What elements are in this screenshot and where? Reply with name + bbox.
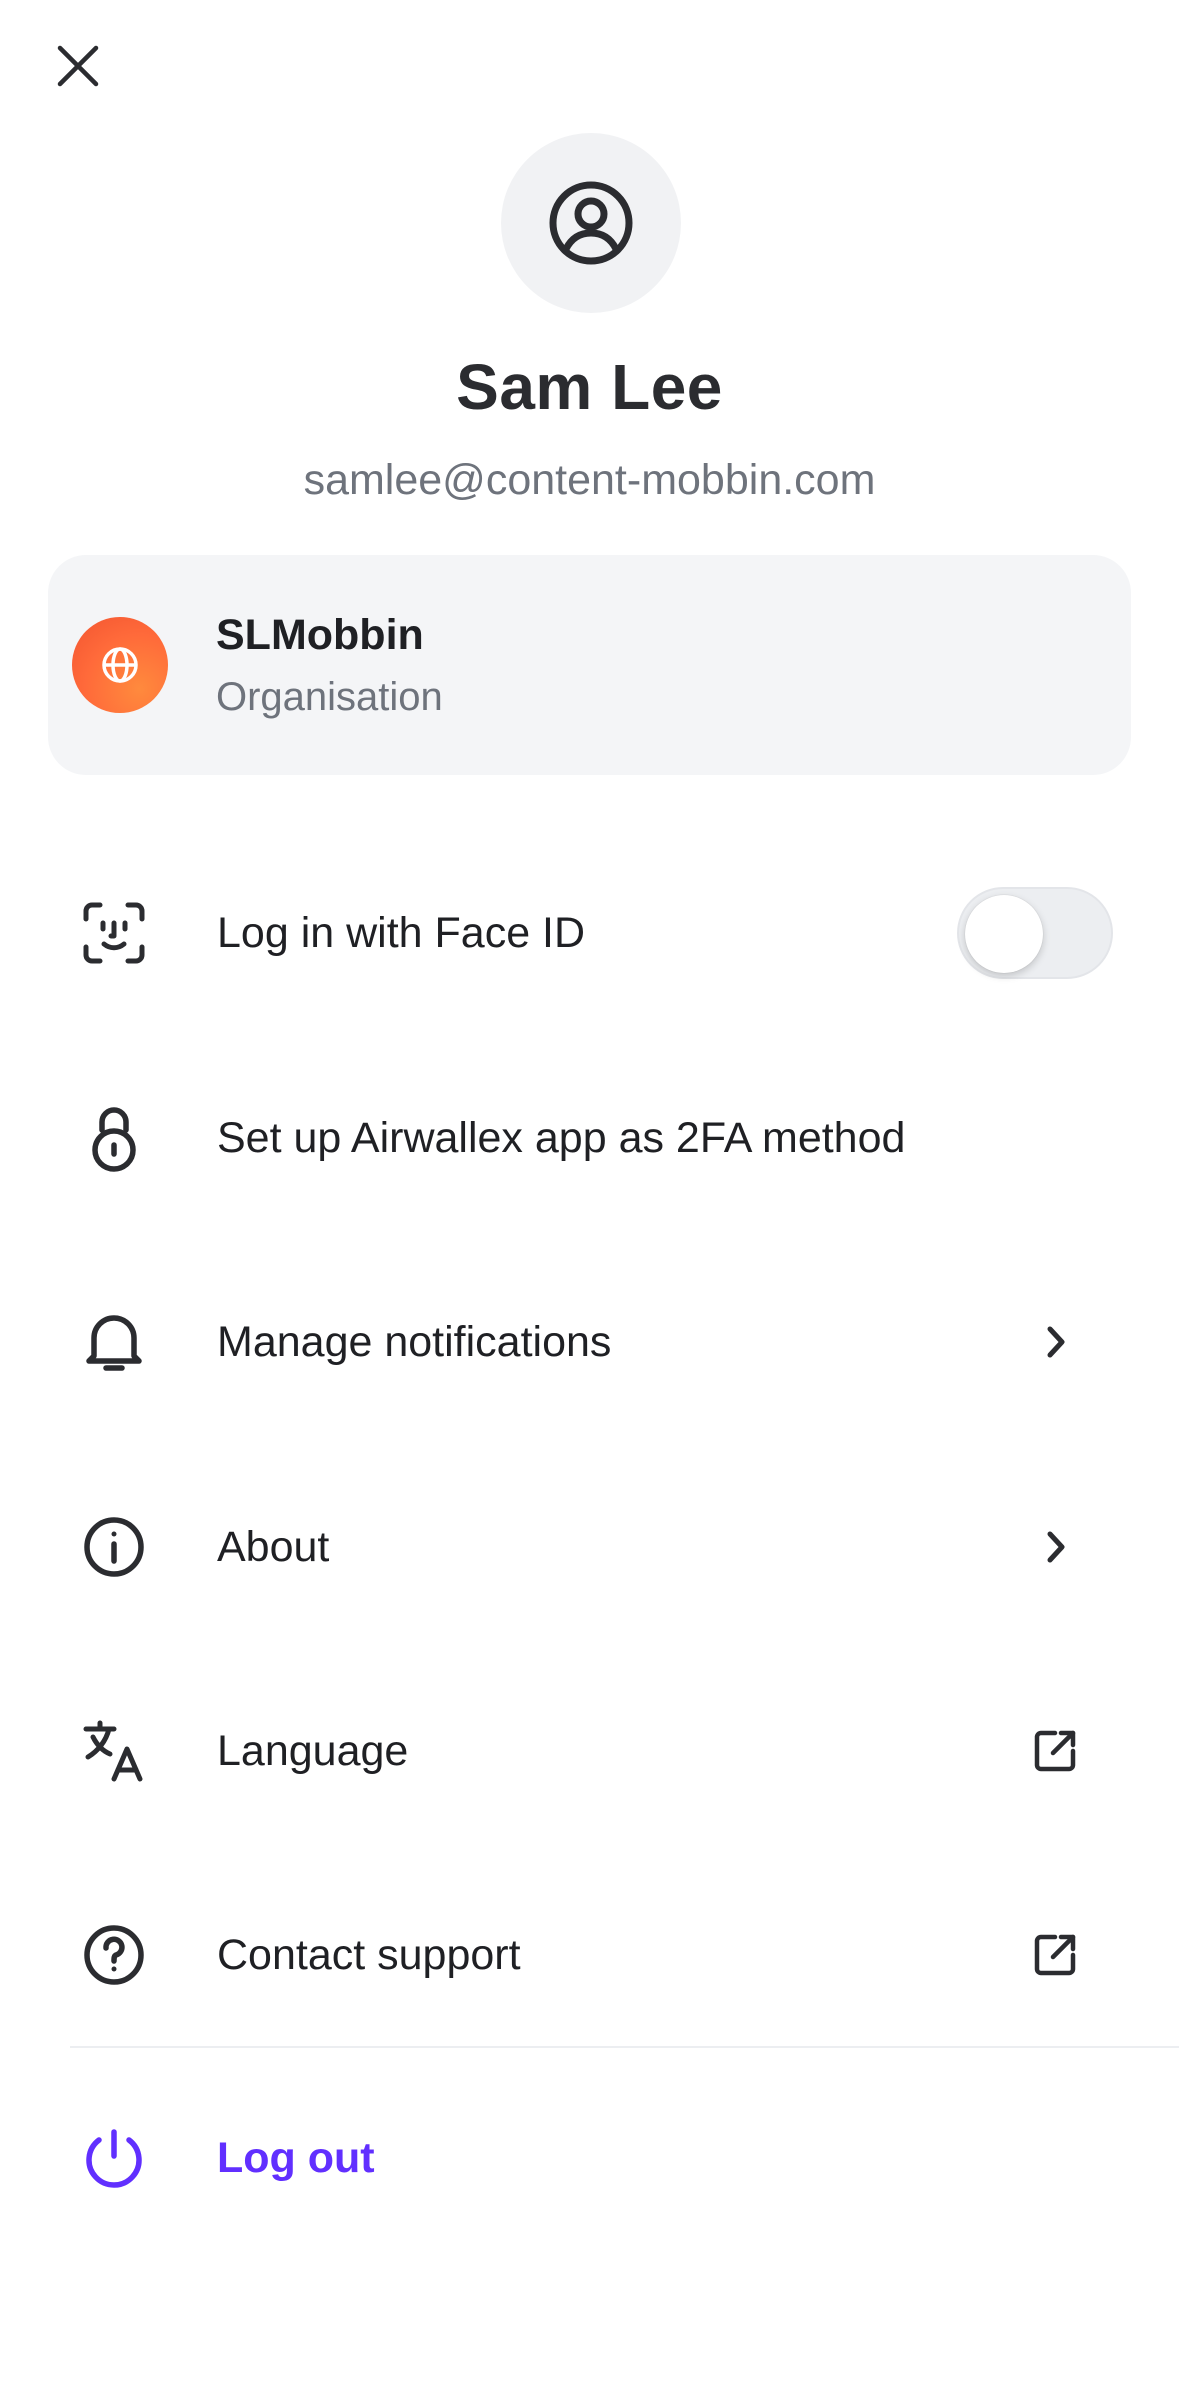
about-label: About bbox=[217, 1523, 330, 1571]
contact-support-label: Contact support bbox=[217, 1931, 521, 1979]
info-icon bbox=[80, 1513, 148, 1581]
globe-icon bbox=[102, 647, 138, 683]
close-icon bbox=[57, 45, 99, 87]
profile-email: samlee@content-mobbin.com bbox=[303, 456, 876, 504]
face-id-label: Log in with Face ID bbox=[217, 909, 586, 957]
profile-name: Sam Lee bbox=[456, 351, 723, 423]
user-circle-icon bbox=[549, 181, 633, 265]
close-button[interactable] bbox=[40, 28, 116, 104]
help-circle-icon bbox=[80, 1921, 148, 1989]
contact-support-row[interactable]: Contact support bbox=[0, 1853, 1179, 2057]
face-id-toggle[interactable] bbox=[957, 887, 1113, 979]
chevron-right-icon bbox=[1027, 1519, 1083, 1575]
divider bbox=[70, 2046, 1179, 2048]
log-out-label: Log out bbox=[217, 2134, 375, 2182]
language-row[interactable]: Language bbox=[0, 1649, 1179, 1853]
organisation-card[interactable]: SLMobbin Organisation bbox=[48, 555, 1131, 775]
manage-notifications-row[interactable]: Manage notifications bbox=[0, 1240, 1179, 1444]
translate-icon bbox=[80, 1717, 148, 1785]
organisation-name: SLMobbin bbox=[216, 611, 424, 659]
face-id-icon bbox=[80, 899, 148, 967]
two-fa-label: Set up Airwallex app as 2FA method bbox=[217, 1114, 906, 1162]
face-id-row: Log in with Face ID bbox=[0, 831, 1179, 1035]
profile-screen: Sam Lee samlee@content-mobbin.com SLMobb… bbox=[0, 0, 1179, 2396]
about-row[interactable]: About bbox=[0, 1445, 1179, 1649]
lock-icon bbox=[80, 1104, 148, 1172]
language-label: Language bbox=[217, 1727, 409, 1775]
chevron-right-icon bbox=[1027, 1314, 1083, 1370]
toggle-knob bbox=[965, 895, 1043, 973]
avatar[interactable] bbox=[501, 133, 681, 313]
external-link-icon bbox=[1027, 1927, 1083, 1983]
log-out-row[interactable]: Log out bbox=[0, 2056, 1179, 2260]
bell-icon bbox=[80, 1308, 148, 1376]
organisation-type: Organisation bbox=[216, 675, 443, 719]
power-icon bbox=[80, 2124, 148, 2192]
manage-notifications-label: Manage notifications bbox=[217, 1318, 612, 1366]
two-fa-row[interactable]: Set up Airwallex app as 2FA method bbox=[0, 1036, 1179, 1240]
external-link-icon bbox=[1027, 1723, 1083, 1779]
organisation-badge bbox=[72, 617, 168, 713]
